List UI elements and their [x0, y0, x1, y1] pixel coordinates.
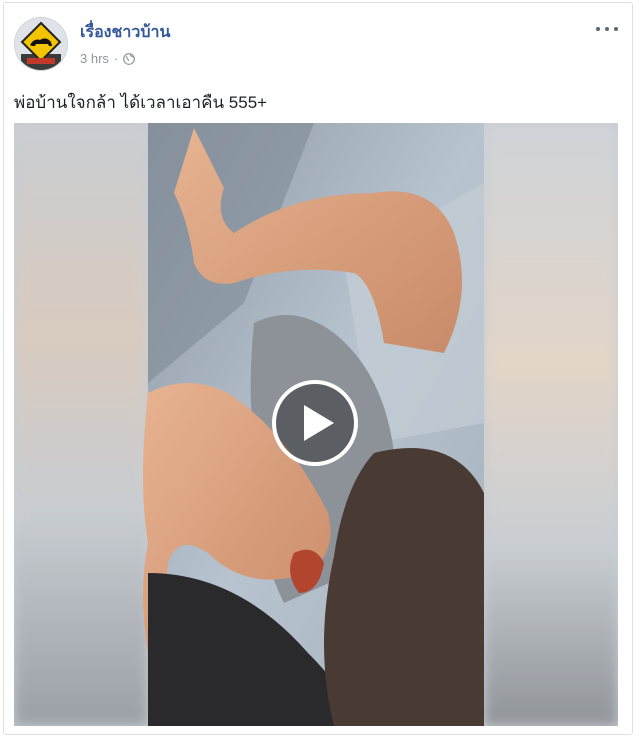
post-card: เรื่องชาวบ้าน 3 hrs · พ่อบ้านใจกล้า ได้เ… — [3, 2, 633, 735]
more-dot — [605, 27, 609, 31]
play-icon — [304, 405, 334, 441]
more-options-icon[interactable] — [596, 21, 618, 37]
post-header: เรื่องชาวบ้าน 3 hrs · — [14, 17, 622, 73]
meta-separator: · — [113, 51, 119, 66]
page-avatar[interactable] — [14, 17, 68, 71]
timestamp-link[interactable]: 3 hrs — [80, 51, 109, 66]
post-meta: 3 hrs · — [80, 51, 136, 66]
more-dot — [614, 27, 618, 31]
road-sign-icon — [15, 18, 67, 70]
post-caption: พ่อบ้านใจกล้า ได้เวลาเอาคืน 555+ — [14, 93, 268, 112]
video-player[interactable] — [14, 123, 618, 726]
globe-icon[interactable] — [123, 52, 136, 65]
more-dot — [596, 27, 600, 31]
play-button[interactable] — [272, 380, 358, 466]
page-name-link[interactable]: เรื่องชาวบ้าน — [80, 20, 170, 45]
